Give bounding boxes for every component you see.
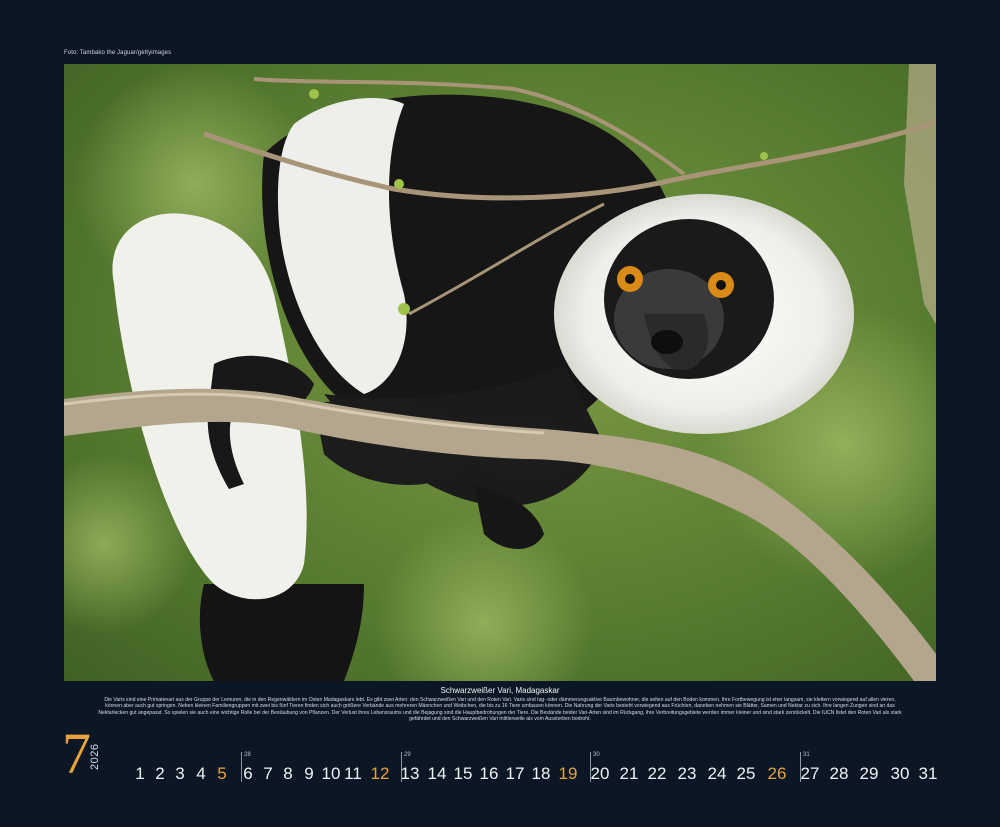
calendar-day-25: 25 bbox=[736, 764, 756, 783]
calendar-day-17: 17 bbox=[505, 764, 525, 783]
photo-caption-body: Die Varis sind eine Primatenart aus der … bbox=[98, 697, 902, 723]
calendar-day-12: 12 bbox=[370, 764, 390, 783]
calendar-day-20: 20 bbox=[590, 764, 610, 783]
calendar-day-24: 24 bbox=[707, 764, 727, 783]
calendar-day-13: 13 bbox=[400, 764, 420, 783]
calendar-day-9: 9 bbox=[304, 764, 314, 783]
calendar-day-4: 4 bbox=[196, 764, 206, 783]
calendar-day-8: 8 bbox=[283, 764, 293, 783]
calendar-day-6: 6 bbox=[243, 764, 253, 783]
calendar-day-18: 18 bbox=[531, 764, 551, 783]
calendar-day-31: 31 bbox=[918, 764, 938, 783]
lemur-photo bbox=[64, 64, 936, 681]
week-number: 30 bbox=[593, 752, 600, 758]
photo-credit: Foto: Tambako the Jaguar/gettyimages bbox=[64, 50, 172, 56]
calendar-day-7: 7 bbox=[263, 764, 273, 783]
calendar-day-14: 14 bbox=[427, 764, 447, 783]
week-separator bbox=[401, 752, 402, 782]
calendar-day-21: 21 bbox=[619, 764, 639, 783]
week-separator bbox=[800, 752, 801, 782]
calendar-day-28: 28 bbox=[829, 764, 849, 783]
calendar-day-11: 11 bbox=[344, 764, 362, 783]
calendar-day-10: 10 bbox=[321, 764, 341, 783]
year-label: 2026 bbox=[89, 743, 101, 770]
calendar-day-29: 29 bbox=[859, 764, 879, 783]
calendar-day-3: 3 bbox=[175, 764, 185, 783]
week-number: 29 bbox=[404, 752, 411, 758]
calendar-day-1: 1 bbox=[135, 764, 145, 783]
calendar-day-5: 5 bbox=[217, 764, 227, 783]
calendar-day-27: 27 bbox=[800, 764, 820, 783]
calendar-day-30: 30 bbox=[890, 764, 910, 783]
calendar-day-22: 22 bbox=[647, 764, 667, 783]
calendar-day-2: 2 bbox=[155, 764, 165, 783]
calendar-day-19: 19 bbox=[558, 764, 578, 783]
calendar-day-26: 26 bbox=[767, 764, 787, 783]
calendar-day-16: 16 bbox=[479, 764, 499, 783]
calendar-day-23: 23 bbox=[677, 764, 697, 783]
week-separator bbox=[241, 752, 242, 782]
week-number: 28 bbox=[244, 752, 251, 758]
month-number: 7 bbox=[62, 721, 91, 786]
week-number: 31 bbox=[803, 752, 810, 758]
week-separator bbox=[590, 752, 591, 782]
calendar-day-15: 15 bbox=[453, 764, 473, 783]
photo-caption-title: Schwarzweißer Vari, Madagaskar bbox=[440, 686, 560, 695]
